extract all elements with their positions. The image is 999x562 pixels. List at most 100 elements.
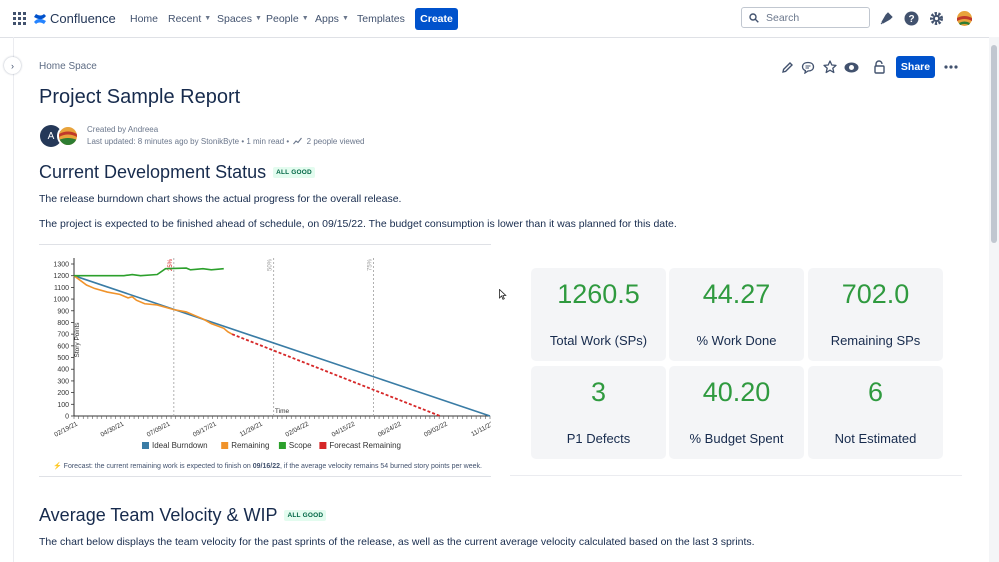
- x-tick-label: 06/24/22: [377, 420, 403, 438]
- x-tick-label: 09/17/21: [192, 420, 218, 438]
- legend-swatch: [221, 442, 229, 449]
- created-by: Created by Andreea: [87, 125, 159, 134]
- y-tick-label: 900: [57, 308, 69, 315]
- series-line-scope: [74, 267, 224, 277]
- y-tick-label: 800: [57, 320, 69, 327]
- stat-label: Total Work (SPs): [549, 333, 648, 348]
- stat-label: % Work Done: [696, 333, 777, 348]
- y-tick-label: 1100: [54, 285, 69, 292]
- comment-icon[interactable]: [800, 59, 816, 75]
- series-line-forecast-remaining: [231, 333, 441, 417]
- stat-card-p1-defects: 3 P1 Defects: [531, 366, 666, 459]
- chevron-right-icon: ›: [11, 60, 14, 71]
- update-line: Last updated: 8 minutes ago by StonikByt…: [87, 136, 365, 148]
- y-tick-label: 300: [57, 378, 69, 385]
- stat-label: P1 Defects: [566, 431, 631, 446]
- search-placeholder: Search: [766, 11, 800, 24]
- stat-card-total-work: 1260.5 Total Work (SPs): [531, 268, 666, 361]
- status-badge: ALL GOOD: [273, 167, 315, 178]
- viewers-count[interactable]: 2 people viewed: [307, 137, 365, 146]
- nav-recent[interactable]: Recent ▼: [168, 0, 211, 37]
- star-icon[interactable]: [822, 59, 838, 75]
- restrictions-icon[interactable]: [871, 59, 887, 75]
- nav-people[interactable]: People ▼: [266, 0, 309, 37]
- velocity-description: The chart below displays the team veloci…: [39, 536, 755, 548]
- analytics-icon: [293, 137, 303, 145]
- more-actions-icon[interactable]: [942, 59, 960, 75]
- avatar-initial: A: [47, 130, 55, 142]
- legend-label: Scope: [289, 441, 312, 450]
- nav-apps[interactable]: Apps ▼: [315, 0, 349, 37]
- nav-spaces[interactable]: Spaces ▼: [217, 0, 262, 37]
- y-tick-label: 1200: [53, 273, 69, 280]
- nav-templates[interactable]: Templates: [357, 0, 405, 37]
- breadcrumb[interactable]: Home Space: [39, 61, 97, 72]
- y-axis-label: Story Points: [74, 322, 81, 358]
- stat-value: 702.0: [841, 279, 910, 309]
- legend-swatch: [319, 442, 327, 449]
- chevron-down-icon: ▼: [204, 15, 212, 22]
- y-tick-label: 400: [57, 367, 69, 374]
- last-updated[interactable]: Last updated: 8 minutes ago by StonikByt…: [87, 137, 239, 146]
- notifications-icon[interactable]: [877, 10, 894, 27]
- stat-card-budget-spent: 40.20 % Budget Spent: [669, 366, 804, 459]
- stat-value: 40.20: [702, 377, 771, 407]
- stat-card-remaining: 702.0 Remaining SPs: [808, 268, 943, 361]
- burndown-chart-container: 0 100 200 300 400 500 600 700 800 900 1000 1100 1200…: [39, 244, 491, 477]
- stat-card-not-estimated: 6 Not Estimated: [808, 366, 943, 459]
- expand-sidebar-button[interactable]: ›: [4, 57, 21, 74]
- section-heading-text: Current Development Status: [39, 162, 267, 182]
- status-badge: ALL GOOD: [284, 510, 327, 521]
- y-tick-label: 600: [57, 343, 69, 350]
- edit-icon[interactable]: [779, 59, 795, 75]
- stat-card-work-done: 44.27 % Work Done: [669, 268, 804, 361]
- product-name: Confluence: [50, 11, 116, 26]
- settings-icon[interactable]: [928, 10, 945, 27]
- legend-label: Ideal Burndown: [152, 441, 208, 450]
- nav-home-label: Home: [130, 12, 159, 25]
- milestone-label: 50%: [268, 258, 274, 271]
- section-heading-team-velocity: Average Team Velocity & WIP ALL GOOD: [39, 505, 327, 526]
- x-tick-label: 02/04/22: [284, 420, 310, 438]
- editor-avatar[interactable]: [57, 125, 79, 147]
- page-metadata: Created by Andreea Last updated: 8 minut…: [87, 124, 365, 148]
- page-title: Project Sample Report: [39, 86, 241, 108]
- chevron-down-icon: ▼: [301, 15, 309, 22]
- legend-swatch: [142, 442, 149, 449]
- x-tick-label: 09/02/22: [423, 420, 449, 438]
- nav-people-label: People: [266, 12, 299, 25]
- x-tick-label: 11/11/22: [470, 420, 491, 438]
- help-icon[interactable]: ?: [903, 10, 920, 27]
- confluence-logo[interactable]: Confluence: [33, 0, 116, 37]
- y-tick-label: 1300: [53, 262, 69, 269]
- x-tick-label: 04/30/21: [100, 420, 126, 438]
- legend-label: Forecast Remaining: [329, 441, 401, 450]
- watch-icon[interactable]: [843, 59, 859, 75]
- scrollbar-thumb[interactable]: [991, 45, 997, 243]
- profile-avatar[interactable]: [956, 10, 973, 27]
- create-button[interactable]: Create: [415, 8, 458, 30]
- svg-text:?: ?: [908, 14, 914, 25]
- chevron-down-icon: ▼: [255, 15, 262, 22]
- app-switcher-icon[interactable]: [11, 10, 27, 26]
- legend-label: Remaining: [231, 441, 269, 450]
- footnote-prefix: Forecast: the current remaining work is …: [63, 463, 253, 470]
- footnote-suffix: , if the average velocity remains 54 bur…: [280, 463, 482, 470]
- nav-home[interactable]: Home: [130, 0, 158, 37]
- y-tick-label: 100: [57, 402, 69, 409]
- confluence-logo-icon: [34, 13, 46, 24]
- nav-apps-label: Apps: [315, 12, 339, 25]
- search-input[interactable]: Search: [741, 7, 870, 28]
- stat-value: 6: [867, 377, 884, 407]
- forecast-description: The project is expected to be finished a…: [39, 218, 677, 230]
- legend-swatch: [278, 442, 286, 449]
- share-button[interactable]: Share: [896, 56, 935, 78]
- read-time: 1 min read: [246, 137, 285, 146]
- dot-separator: •: [286, 137, 292, 146]
- top-navigation-bar: Confluence Home Recent ▼ Spaces ▼ People ▼ …: [0, 0, 999, 38]
- y-tick-label: 200: [57, 390, 69, 397]
- release-description: The release burndown chart shows the act…: [39, 193, 402, 205]
- x-tick-label: 02/19/21: [53, 420, 79, 438]
- mouse-cursor-icon: [498, 288, 508, 300]
- series-line-ideal-burndown: [73, 274, 491, 417]
